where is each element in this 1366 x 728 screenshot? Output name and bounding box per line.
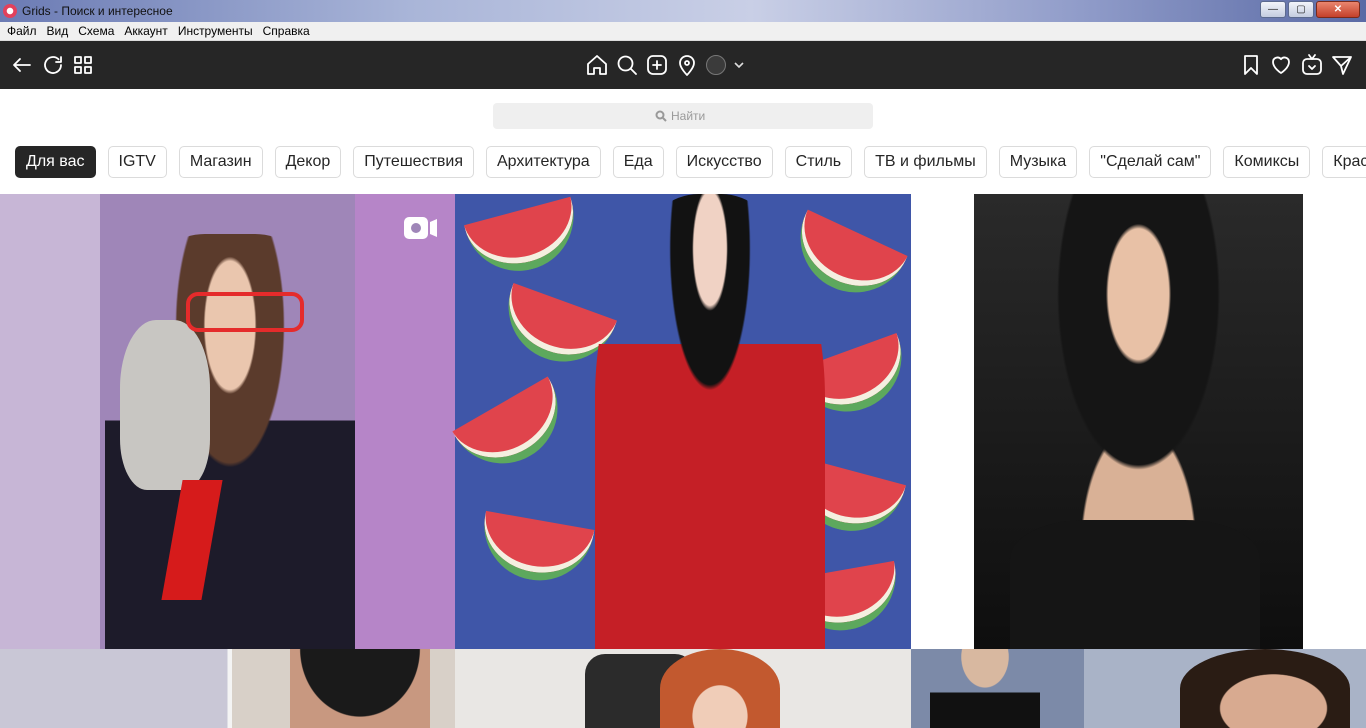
window-controls: — ▢ ✕ (1260, 1, 1360, 18)
chip-tv-movies[interactable]: ТВ и фильмы (864, 146, 987, 178)
search-bar[interactable] (493, 103, 873, 129)
tile-6-photo-right (1180, 649, 1350, 728)
chip-for-you[interactable]: Для вас (15, 146, 96, 178)
chip-decor[interactable]: Декор (274, 146, 342, 178)
refresh-icon[interactable] (40, 52, 66, 78)
chip-shop[interactable]: Магазин (178, 146, 263, 178)
tile-1-glasses (186, 292, 304, 332)
app-logo-icon (3, 4, 17, 18)
tile-3-dress (1010, 520, 1260, 649)
heart-icon[interactable] (1268, 52, 1294, 78)
direct-send-icon[interactable] (1329, 52, 1355, 78)
search-small-icon (655, 110, 667, 122)
bookmark-icon[interactable] (1238, 52, 1264, 78)
chip-art[interactable]: Искусство (675, 146, 773, 178)
tile-4-photo (290, 649, 430, 728)
chip-architecture[interactable]: Архитектура (486, 146, 601, 178)
search-icon[interactable] (614, 52, 640, 78)
main-toolbar (0, 41, 1366, 89)
tile-5-photo (660, 649, 780, 728)
profile-avatar[interactable] (706, 55, 726, 75)
chip-travel[interactable]: Путешествия (353, 146, 474, 178)
menu-view[interactable]: Вид (42, 22, 74, 40)
grid-icon[interactable] (70, 52, 96, 78)
chip-style[interactable]: Стиль (784, 146, 853, 178)
chip-diy[interactable]: "Сделай сам" (1089, 146, 1212, 178)
search-input[interactable] (671, 109, 711, 123)
chevron-down-icon[interactable] (731, 58, 747, 72)
minimize-button[interactable]: — (1260, 1, 1286, 18)
menu-bar: Файл Вид Схема Аккаунт Инструменты Справ… (0, 22, 1366, 41)
close-button[interactable]: ✕ (1316, 1, 1360, 18)
back-arrow-icon[interactable] (9, 52, 35, 78)
menu-account[interactable]: Аккаунт (119, 22, 172, 40)
video-camera-icon (404, 216, 438, 240)
tile-1-puppet (120, 320, 210, 490)
maximize-button[interactable]: ▢ (1288, 1, 1314, 18)
menu-file[interactable]: Файл (2, 22, 42, 40)
menu-help[interactable]: Справка (258, 22, 315, 40)
chip-igtv[interactable]: IGTV (107, 146, 167, 178)
home-icon[interactable] (584, 52, 610, 78)
menu-scheme[interactable]: Схема (73, 22, 119, 40)
add-post-icon[interactable] (644, 52, 670, 78)
category-chips: Для вас IGTV Магазин Декор Путешествия А… (15, 146, 1366, 178)
window-title-bar: Grids - Поиск и интересное — ▢ ✕ (0, 0, 1366, 22)
igtv-icon[interactable] (1299, 52, 1325, 78)
chip-food[interactable]: Еда (612, 146, 664, 178)
menu-tools[interactable]: Инструменты (173, 22, 258, 40)
window-title: Grids - Поиск и интересное (22, 4, 173, 18)
tile-6-photo-left (930, 649, 1040, 728)
chip-music[interactable]: Музыка (998, 146, 1078, 178)
tile-2-photo (595, 194, 825, 649)
location-icon[interactable] (674, 52, 700, 78)
chip-comics[interactable]: Комиксы (1223, 146, 1311, 178)
chip-beauty[interactable]: Красота (1322, 146, 1366, 178)
